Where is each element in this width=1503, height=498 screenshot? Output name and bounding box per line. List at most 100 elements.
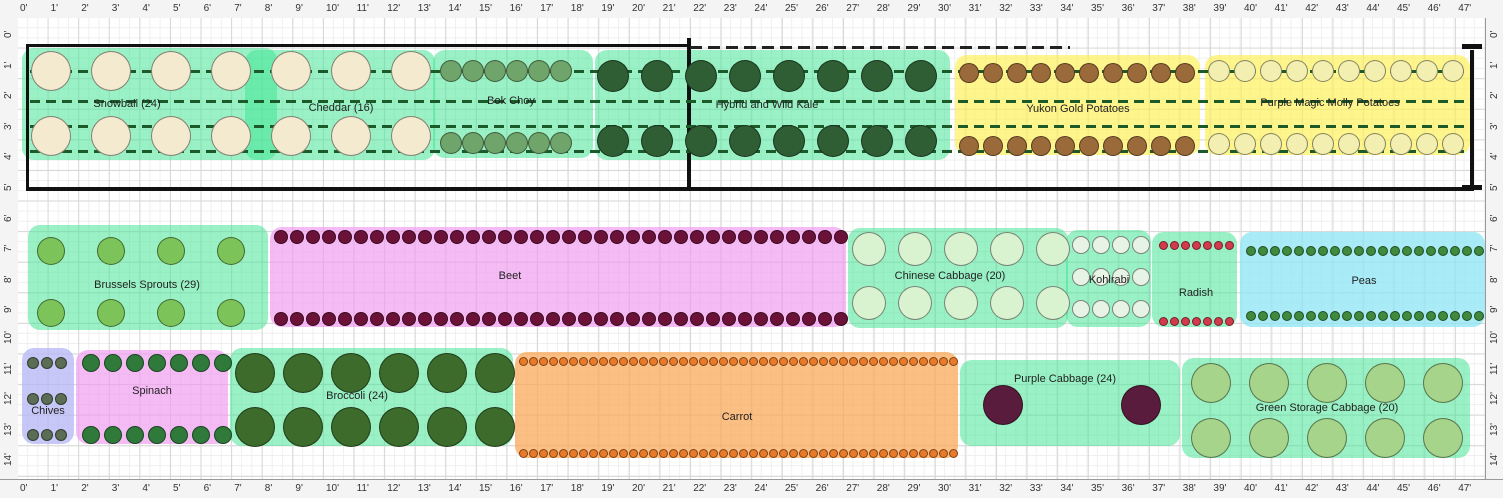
potato-purple-plant	[1416, 133, 1438, 155]
beet-plant	[402, 312, 416, 326]
cauliflower-plant	[271, 51, 311, 91]
beet-plant	[322, 312, 336, 326]
carrot-plant	[798, 448, 808, 458]
kohlrabi-plant	[1072, 300, 1090, 318]
carrot-plant	[708, 356, 718, 366]
green-cabbage-plant	[1423, 363, 1463, 403]
beet-plant	[658, 230, 672, 244]
peas-plant	[1450, 246, 1460, 256]
ruler-tick: 13'	[3, 422, 14, 436]
kale-plant	[817, 60, 849, 92]
label-bok-choy[interactable]: Bok Choy	[487, 95, 535, 107]
beet-plant	[770, 312, 784, 326]
ruler-tick: 27'	[846, 3, 860, 14]
radish-plant	[1158, 240, 1168, 250]
label-yukon[interactable]: Yukon Gold Potatoes	[1026, 103, 1129, 115]
label-chinese-cabbage[interactable]: Chinese Cabbage (20)	[895, 270, 1006, 282]
label-radish[interactable]: Radish	[1179, 287, 1213, 299]
peas-plant	[1450, 311, 1460, 321]
ruler-tick: 33'	[1029, 3, 1043, 14]
label-carrot[interactable]: Carrot	[722, 411, 753, 423]
potato-yukon-plant	[1127, 63, 1147, 83]
ruler-tick: 28'	[876, 483, 890, 494]
ruler-tick: 15'	[479, 3, 493, 14]
carrot-plant	[748, 356, 758, 366]
ruler-tick: 28'	[876, 3, 890, 14]
ruler-tick: 0'	[1489, 30, 1500, 38]
chinese-cabbage-plant	[1036, 286, 1070, 320]
ruler-tick: 7'	[234, 3, 242, 14]
green-cabbage-plant	[1191, 418, 1231, 458]
green-cabbage-plant	[1249, 418, 1289, 458]
peas-plant	[1378, 311, 1388, 321]
brussels-plant	[97, 299, 125, 327]
carrot-plant	[918, 448, 928, 458]
beet-plant	[354, 312, 368, 326]
label-kale[interactable]: Hybrid and Wild Kale	[716, 99, 819, 111]
beet-plant	[290, 230, 304, 244]
ruler-tick: 0'	[3, 30, 14, 38]
corner-bottom-right	[1462, 185, 1482, 190]
label-snowball[interactable]: Snowball (24)	[93, 98, 160, 110]
kohlrabi-plant	[1072, 268, 1090, 286]
beet-plant	[338, 230, 352, 244]
bok-choy-plant	[440, 132, 462, 154]
beet-plant	[450, 230, 464, 244]
label-broccoli[interactable]: Broccoli (24)	[326, 390, 388, 402]
chives-plant	[55, 429, 67, 441]
carrot-plant	[898, 448, 908, 458]
beet-plant	[690, 312, 704, 326]
beet-plant	[386, 230, 400, 244]
beet-plant	[498, 312, 512, 326]
carrot-plant	[658, 356, 668, 366]
label-purple-potato[interactable]: Purple Magic Molly Potatoes	[1260, 97, 1399, 109]
ruler-tick: 40'	[1244, 3, 1258, 14]
chinese-cabbage-plant	[852, 232, 886, 266]
label-cheddar[interactable]: Cheddar (16)	[309, 102, 374, 114]
beet-plant	[322, 230, 336, 244]
ruler-tick: 6'	[3, 214, 14, 222]
potato-yukon-plant	[1007, 63, 1027, 83]
chinese-cabbage-plant	[898, 232, 932, 266]
beet-plant	[482, 312, 496, 326]
label-kohlrabi[interactable]: Kohlrabi	[1089, 274, 1129, 286]
carrot-plant	[868, 448, 878, 458]
peas-plant	[1342, 311, 1352, 321]
label-brussels[interactable]: Brussels Sprouts (29)	[94, 279, 200, 291]
carrot-plant	[748, 448, 758, 458]
label-purple-cabbage[interactable]: Purple Cabbage (24)	[1014, 373, 1116, 385]
ruler-tick: 19'	[601, 483, 615, 494]
carrot-plant	[538, 356, 548, 366]
label-chives[interactable]: Chives	[31, 405, 65, 417]
bok-choy-plant	[440, 60, 462, 82]
label-beet[interactable]: Beet	[499, 270, 522, 282]
carrot-plant	[938, 356, 948, 366]
ruler-tick: 3'	[1489, 122, 1500, 130]
fence-divider	[687, 38, 691, 190]
ruler-tick: 9'	[3, 305, 14, 314]
peas-plant	[1438, 311, 1448, 321]
ruler-tick: 46'	[1427, 3, 1441, 14]
peas-plant	[1378, 246, 1388, 256]
ruler-tick: 1'	[3, 61, 14, 69]
kale-plant	[685, 60, 717, 92]
peas-plant	[1390, 246, 1400, 256]
label-green-cabbage[interactable]: Green Storage Cabbage (20)	[1256, 402, 1398, 414]
chinese-cabbage-plant	[1036, 232, 1070, 266]
beet-plant	[626, 230, 640, 244]
potato-purple-plant	[1312, 60, 1334, 82]
carrot-plant	[588, 448, 598, 458]
ruler-tick: 5'	[173, 483, 181, 494]
kale-plant	[597, 125, 629, 157]
cauliflower-plant	[211, 51, 251, 91]
ruler-tick: 25'	[785, 3, 799, 14]
bed-carrot[interactable]	[515, 352, 958, 458]
cauliflower-plant	[391, 51, 431, 91]
chives-plant	[55, 393, 67, 405]
beet-plant	[610, 312, 624, 326]
kohlrabi-plant	[1092, 300, 1110, 318]
label-peas[interactable]: Peas	[1351, 275, 1376, 287]
ruler-tick: 47'	[1458, 483, 1472, 494]
carrot-plant	[788, 448, 798, 458]
label-spinach[interactable]: Spinach	[132, 385, 172, 397]
